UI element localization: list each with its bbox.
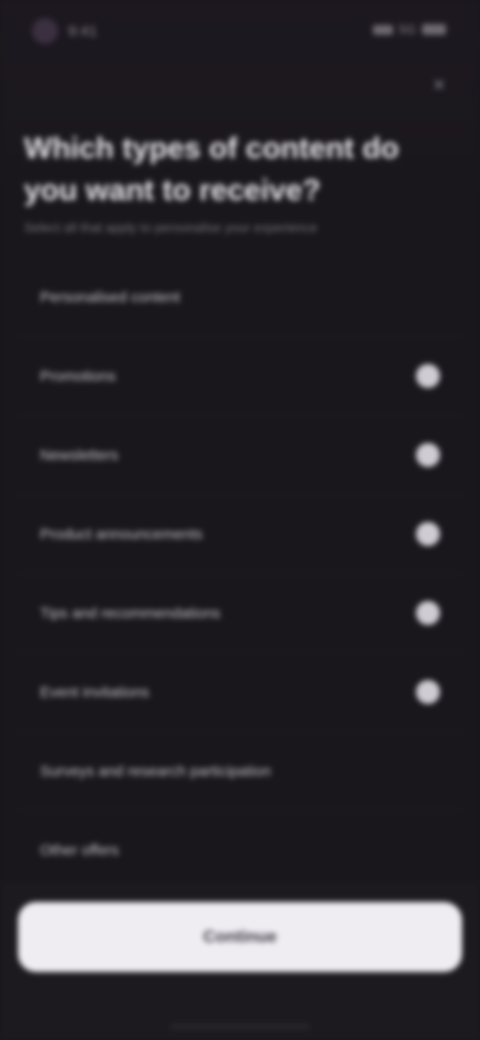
checkmark-icon <box>416 443 440 467</box>
option-label: Product announcements <box>40 525 203 543</box>
checkmark-icon <box>416 522 440 546</box>
network-label: 5G <box>398 22 416 37</box>
checkmark-icon <box>416 601 440 625</box>
option-item[interactable]: Newsletters <box>16 416 464 495</box>
option-label: Personalised content <box>40 288 181 306</box>
checkmark-icon <box>416 680 440 704</box>
status-right: 5G <box>372 22 446 37</box>
option-item[interactable]: Other offers <box>16 811 464 890</box>
status-time: 9:41 <box>68 22 98 40</box>
option-item[interactable]: Tips and recommendations <box>16 574 464 653</box>
option-label: Event invitations <box>40 683 150 701</box>
option-item[interactable]: Event invitations <box>16 653 464 732</box>
option-label: Other offers <box>40 841 119 859</box>
status-bar: 9:41 5G <box>0 0 480 60</box>
page-subtitle: Select all that apply to personalise you… <box>24 220 318 235</box>
option-item[interactable]: Surveys and research participation <box>16 732 464 811</box>
option-label: Surveys and research participation <box>40 762 271 780</box>
status-left: 9:41 <box>32 18 97 44</box>
checkmark-icon <box>416 364 440 388</box>
signal-icon <box>372 24 393 35</box>
app-icon <box>32 18 58 44</box>
option-item[interactable]: Promotions <box>16 337 464 416</box>
home-indicator <box>170 1024 310 1029</box>
option-label: Tips and recommendations <box>40 604 221 622</box>
page-title: Which types of content do you want to re… <box>24 132 399 207</box>
options-list: Personalised content Promotions Newslett… <box>16 258 464 890</box>
battery-icon <box>422 24 446 35</box>
option-item[interactable]: Personalised content <box>16 258 464 337</box>
option-label: Promotions <box>40 367 116 385</box>
option-label: Newsletters <box>40 446 119 464</box>
close-icon[interactable]: × <box>428 74 450 96</box>
screen: 9:41 5G × Which types of content do you … <box>0 0 480 1040</box>
option-item[interactable]: Product announcements <box>16 495 464 574</box>
continue-button[interactable]: Continue <box>18 902 462 972</box>
